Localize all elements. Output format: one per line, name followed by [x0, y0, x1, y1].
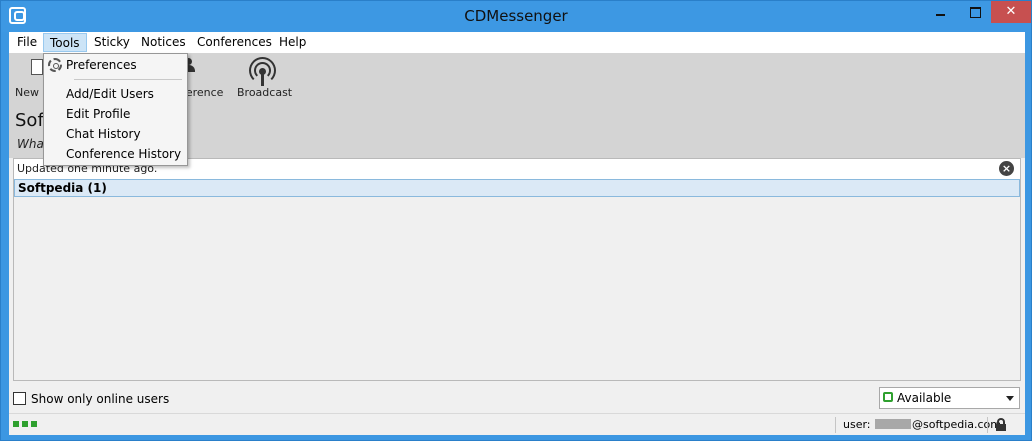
menu-file[interactable]: File: [11, 33, 43, 52]
chevron-down-icon: [1006, 396, 1014, 401]
broadcast-button[interactable]: Broadcast: [237, 86, 292, 99]
menu-sticky[interactable]: Sticky: [88, 33, 136, 52]
lock-icon[interactable]: [996, 418, 1006, 431]
menu-item-preferences[interactable]: Preferences: [66, 58, 137, 72]
menu-separator: [74, 79, 182, 80]
broadcast-icon: [249, 57, 276, 86]
show-online-checkbox[interactable]: [13, 392, 26, 405]
redacted-username: [875, 419, 912, 429]
users-panel: Updated one minute ago. × Softpedia (1): [13, 158, 1021, 381]
status-bar: user: @softpedia.com: [9, 413, 1025, 435]
window-title: CDMessenger: [464, 7, 568, 25]
menu-help[interactable]: Help: [273, 33, 312, 52]
maximize-button[interactable]: [957, 1, 993, 23]
menu-item-add-edit-users[interactable]: Add/Edit Users: [66, 87, 154, 101]
connection-indicator-icon: [22, 421, 28, 427]
menu-item-conference-history[interactable]: Conference History: [66, 147, 181, 161]
menu-item-edit-profile[interactable]: Edit Profile: [66, 107, 130, 121]
gear-icon: [48, 58, 62, 72]
user-prefix: user:: [843, 418, 871, 431]
menu-conferences[interactable]: Conferences: [191, 33, 278, 52]
current-user: user: @softpedia.com: [843, 418, 1001, 431]
availability-value: Available: [897, 391, 952, 405]
divider: [835, 417, 836, 433]
menu-tools[interactable]: Tools: [43, 33, 87, 52]
menu-item-chat-history[interactable]: Chat History: [66, 127, 141, 141]
close-button[interactable]: ✕: [991, 1, 1031, 23]
user-group-row[interactable]: Softpedia (1): [14, 179, 1020, 197]
show-online-label[interactable]: Show only online users: [31, 392, 169, 406]
dismiss-notice-icon[interactable]: ×: [999, 161, 1014, 176]
availability-select[interactable]: Available: [879, 387, 1020, 409]
connection-indicator-icon: [13, 421, 19, 427]
user-group-label: Softpedia (1): [18, 181, 107, 195]
available-status-icon: [883, 392, 893, 402]
divider: [987, 417, 988, 433]
app-window: CDMessenger ✕ File Tools Sticky Notices …: [0, 0, 1032, 441]
menu-notices[interactable]: Notices: [135, 33, 192, 52]
menu-bar: File Tools Sticky Notices Conferences He…: [9, 32, 1025, 53]
title-bar[interactable]: CDMessenger ✕: [1, 1, 1031, 32]
connection-indicator-icon: [31, 421, 37, 427]
tools-menu: Preferences Add/Edit Users Edit Profile …: [43, 53, 188, 166]
minimize-button[interactable]: [923, 1, 957, 23]
new-sticky-icon: [31, 59, 43, 75]
